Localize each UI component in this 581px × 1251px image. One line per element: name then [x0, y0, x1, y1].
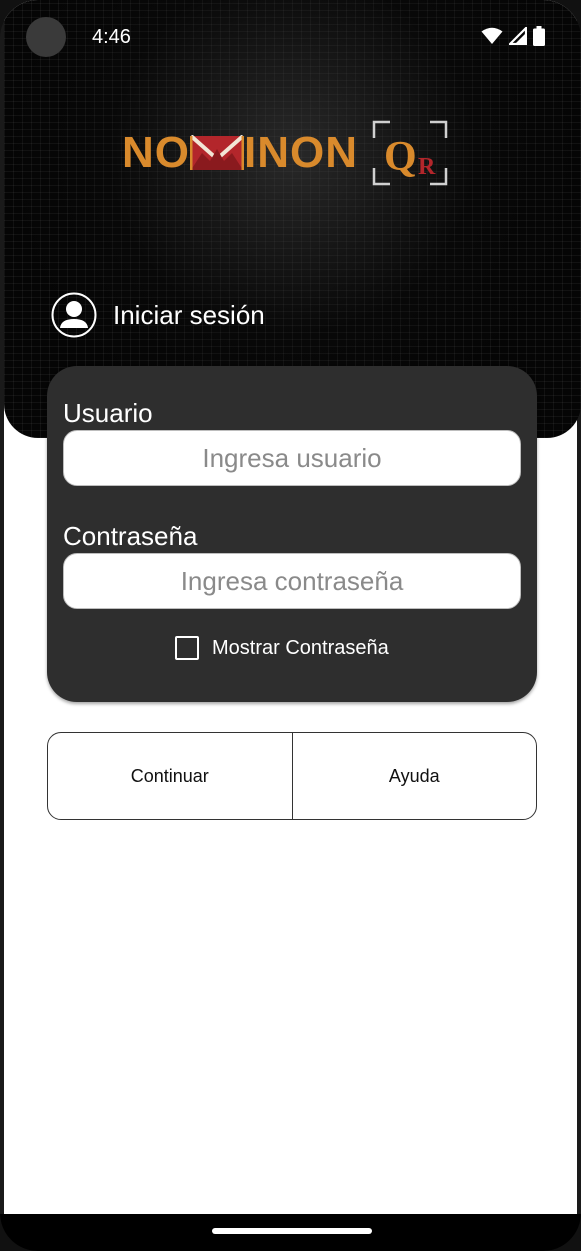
logo-m-mark	[190, 135, 244, 170]
password-label: Contraseña	[63, 521, 198, 551]
logo-qr-r: R	[418, 154, 436, 180]
show-password-label: Mostrar Contraseña	[212, 636, 389, 659]
login-heading: Iniciar sesión	[51, 292, 265, 338]
logo-qr-badge: Q R	[372, 120, 448, 186]
password-input[interactable]	[63, 553, 521, 609]
continue-button[interactable]: Continuar	[48, 733, 292, 819]
show-password-toggle[interactable]: Mostrar Contraseña	[175, 636, 389, 660]
logo-text-left: NO	[122, 128, 190, 177]
action-buttons: Continuar Ayuda	[47, 732, 537, 820]
user-input[interactable]	[63, 430, 521, 486]
device-frame: 4:46 NO INON Q R Iniciar sesión Usuario …	[0, 0, 581, 1251]
user-avatar-icon	[51, 292, 97, 338]
status-icons	[481, 26, 545, 46]
wifi-icon	[481, 27, 503, 44]
login-form-card: Usuario Contraseña Mostrar Contraseña	[47, 366, 537, 702]
qr-frame-icon: Q R	[372, 120, 448, 186]
user-label: Usuario	[63, 398, 153, 428]
logo-text-right: INON	[244, 128, 358, 177]
show-password-checkbox[interactable]	[175, 636, 199, 660]
logo-qr-q: Q	[384, 134, 417, 180]
login-title: Iniciar sesión	[113, 299, 265, 330]
help-button[interactable]: Ayuda	[291, 733, 537, 819]
nominon-qr-logo: NO INON Q R	[122, 120, 448, 186]
battery-icon	[533, 26, 545, 46]
home-indicator[interactable]	[212, 1228, 372, 1234]
front-camera	[26, 17, 66, 57]
cell-signal-icon	[509, 27, 527, 45]
status-time: 4:46	[92, 26, 131, 48]
